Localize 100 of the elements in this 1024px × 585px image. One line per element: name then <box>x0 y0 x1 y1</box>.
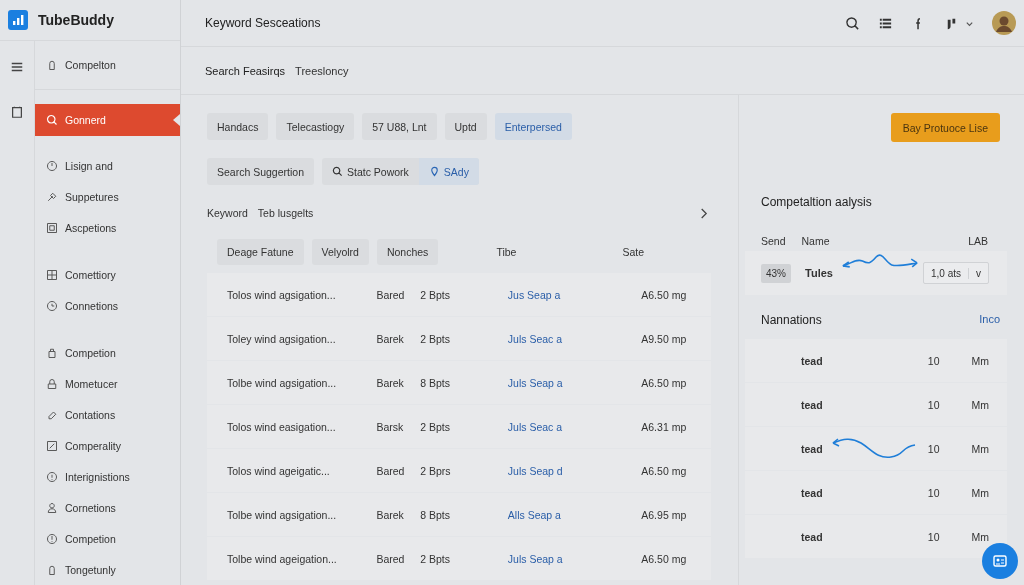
section-subtitle: Teb lusgelts <box>257 207 314 219</box>
column-header: Sate <box>622 245 645 258</box>
menu-item-icon <box>46 563 58 576</box>
row-unit: Mm <box>971 486 989 499</box>
table-row[interactable]: Tolos wind agsigation... Bared 2 Bpts Jus Seap a A6.50 mg <box>207 273 711 316</box>
table-cell-text: Barek <box>376 376 405 389</box>
table-cell-text: A6.95 mp <box>641 508 688 521</box>
table-link[interactable]: Juls Seap a <box>507 376 642 389</box>
menu-item-icon <box>46 299 58 312</box>
table-cell-text: A6.50 mp <box>641 376 688 389</box>
competitor-name: Tules <box>805 267 833 279</box>
row-name: tead <box>801 354 823 367</box>
avatar[interactable] <box>992 11 1016 35</box>
value-select[interactable]: 1,0 ats v <box>922 262 989 284</box>
sidebar-item[interactable]: Lisign and <box>35 150 180 181</box>
search-icon <box>332 166 343 177</box>
row-count: 10 <box>927 442 940 455</box>
sidebar-item[interactable]: Connetions <box>35 290 180 321</box>
table-cell-text: 8 Bpts <box>420 376 451 389</box>
column-filter-chip[interactable]: Deage Fatune <box>217 238 304 265</box>
table-cell-text: A6.50 mg <box>641 552 688 565</box>
table-cell-text: 2 Bprs <box>420 464 452 477</box>
column-header: Send <box>761 235 786 247</box>
column-filter-chip[interactable]: Nonches <box>376 238 439 265</box>
sidebar-item[interactable]: Mometucer <box>35 368 180 399</box>
table-cell-text: 2 Bpts <box>420 552 451 565</box>
section-title: Nannations <box>761 313 822 327</box>
segment-button[interactable]: Statc Powork <box>322 158 419 185</box>
row-name: tead <box>801 486 823 499</box>
sidebar-item[interactable]: Interignistions <box>35 461 180 492</box>
table-link[interactable]: Alls Seap a <box>507 508 642 521</box>
sidebar-item[interactable]: Competion <box>35 337 180 368</box>
filter-chip[interactable]: Telecastiogy <box>276 113 355 140</box>
sidebar-item[interactable]: Contations <box>35 399 180 430</box>
table-cell-text: Barek <box>376 508 405 521</box>
sidebar-item[interactable]: Competion <box>35 523 180 554</box>
filter-chip[interactable]: Uptd <box>444 113 487 140</box>
contact-card-icon <box>992 553 1008 569</box>
table-link[interactable]: Juls Seap a <box>507 552 642 565</box>
filter-chip[interactable]: 57 U88, Lnt <box>362 113 437 140</box>
table-row[interactable]: Toley wind agsigation... Barek 2 Bpts Juls Seac a A9.50 mp <box>207 317 711 360</box>
row-name: tead <box>801 398 823 411</box>
table-link[interactable]: Juls Seap d <box>507 464 642 477</box>
menu-item-icon <box>46 346 58 359</box>
row-unit: Mm <box>971 442 989 455</box>
sidebar-item[interactable]: Comettiory <box>35 259 180 290</box>
sidebar-item[interactable]: Tongetunly <box>35 554 180 585</box>
column-header: Tibe <box>496 245 517 258</box>
table-cell-text: Bared <box>376 464 406 477</box>
row-count: 10 <box>927 486 940 499</box>
row-unit: Mm <box>971 398 989 411</box>
chevron-right-icon[interactable] <box>699 207 708 219</box>
menu-icon[interactable] <box>10 60 24 74</box>
sidebar-item[interactable]: Cornetions <box>35 492 180 523</box>
table-row[interactable]: Tolbe wind ageigation... Bared 2 Bpts Juls Seap a A6.50 mg <box>207 537 711 580</box>
subheader-link[interactable]: Treeslonсy <box>295 64 349 77</box>
table-cell-text: A6.50 mg <box>641 464 688 477</box>
table-cell-text: 2 Bpts <box>420 332 451 345</box>
row-count: 10 <box>927 354 940 367</box>
action-button[interactable]: Bay Protuoce Lise <box>890 113 1000 142</box>
sidebar-item[interactable]: Suppetures <box>35 181 180 212</box>
column-header: LAB <box>968 235 988 247</box>
search-suggestion-button[interactable]: Search Suggertion <box>207 158 314 185</box>
section-link[interactable]: Inco <box>979 313 1000 327</box>
table-cell-text: Bared <box>376 552 406 565</box>
column-filter-chip[interactable]: Velyolrd <box>311 238 369 265</box>
column-header: Name <box>801 235 830 247</box>
floating-action-button[interactable] <box>982 543 1018 579</box>
table-row[interactable]: Tolos wind ageigatic... Bared 2 Bprs Juls Seap d A6.50 mg <box>207 449 711 492</box>
clipboard-icon[interactable] <box>10 105 24 119</box>
filter-chip[interactable]: Handacs <box>207 113 269 140</box>
search-icon[interactable] <box>845 15 860 31</box>
sidebar-item[interactable]: Gonnerd <box>35 104 180 136</box>
sidebar-item[interactable]: Ascpetions <box>35 212 180 243</box>
filter-chip[interactable]: Enterpersed <box>494 113 572 140</box>
section-title: Keyword <box>207 207 248 219</box>
table-cell-text: Barek <box>376 332 405 345</box>
row-name: tead <box>801 442 823 455</box>
menu-item-icon <box>46 190 58 203</box>
table-link[interactable]: Juls Seac a <box>507 420 642 433</box>
table-cell-text: Barsk <box>376 420 405 433</box>
subheader-link[interactable]: Search Feasirqs <box>205 64 286 77</box>
sidebar-item[interactable]: Compelton <box>35 49 180 81</box>
table-cell-text: Bared <box>376 288 406 301</box>
menu-item-icon <box>46 159 58 172</box>
percent-badge: 43% <box>761 263 791 283</box>
sidebar-item[interactable]: Comperality <box>35 430 180 461</box>
table-cell-text: 2 Bpts <box>420 288 451 301</box>
row-name: tead <box>801 530 823 543</box>
table-link[interactable]: Juls Seac a <box>507 332 642 345</box>
table-row[interactable]: Tolbe wind agsigation... Barek 8 Bpts Juls Seap a A6.50 mp <box>207 361 711 404</box>
table-link[interactable]: Jus Seap a <box>507 288 642 301</box>
segment-button[interactable]: SAdy <box>418 158 479 185</box>
row-unit: Mm <box>971 530 989 543</box>
table-row[interactable]: Tolbe wind agsigation... Barek 8 Bpts Alls Seap a A6.95 mp <box>207 493 711 536</box>
menu-item-icon <box>46 59 58 71</box>
menu-item-icon <box>46 377 58 390</box>
table-cell-text: Tolbe wind ageigation... <box>226 552 338 565</box>
pin-icon <box>428 166 440 177</box>
table-row[interactable]: Tolos wind easigation... Barsk 2 Bpts Juls Seac a A6.31 mp <box>207 405 711 448</box>
